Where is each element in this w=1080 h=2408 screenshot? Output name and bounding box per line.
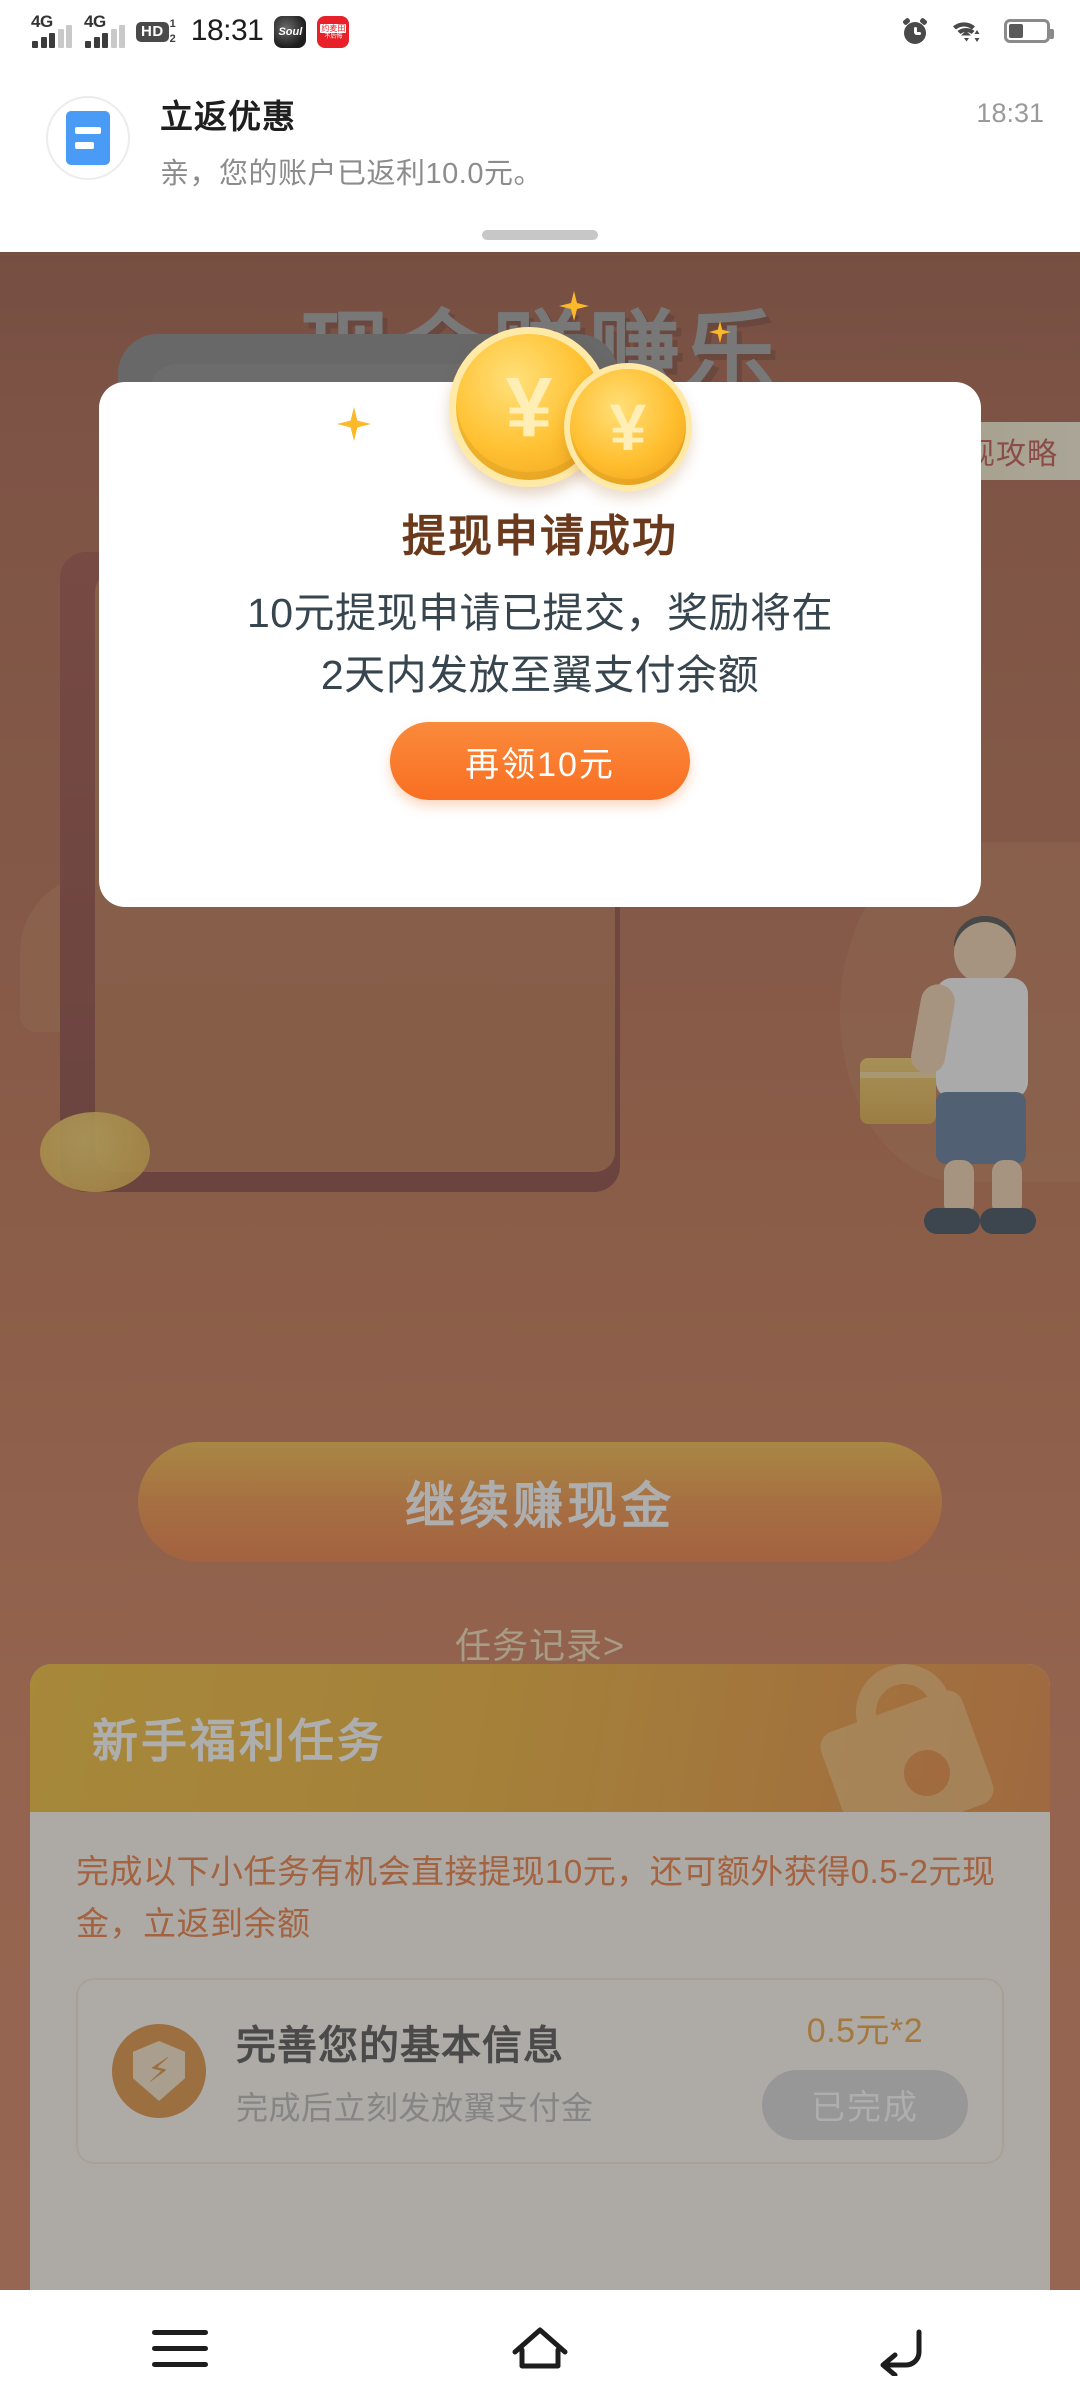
sim-indicator-bottom: 2	[169, 33, 176, 45]
dialog-message-line1: 10元提现申请已提交，奖励将在	[246, 590, 834, 636]
volte-hd-icon: HD 1 2	[136, 16, 176, 48]
menu-icon	[152, 2330, 208, 2368]
wifi-icon	[950, 18, 982, 44]
status-bar: 4G 4G HD 1 2 18:31 Soul 约麦田 不后悔	[0, 0, 1080, 62]
notification-body: 亲，您的账户已返利10.0元。	[160, 158, 543, 190]
sim-indicator: 1 2	[170, 19, 176, 45]
status-bar-right	[902, 17, 1054, 44]
withdraw-success-dialog: ¥ ¥ 提现申请成功 10元提现申请已提交，奖励将在 2天内发放至翼支付余额 再…	[99, 291, 981, 907]
network-type-label-sim1: 4G	[31, 12, 53, 31]
network-type-label-sim2: 4G	[84, 12, 106, 31]
alarm-clock-icon	[902, 17, 928, 44]
red-app-icon-line1: 约麦田	[320, 23, 347, 33]
nav-back-button[interactable]	[840, 2314, 960, 2384]
notification-banner[interactable]: 立返优惠 亲，您的账户已返利10.0元。 18:31	[0, 62, 1080, 252]
coin-large-symbol: ¥	[505, 360, 553, 454]
nav-home-button[interactable]	[480, 2314, 600, 2384]
coin-small-icon: ¥	[564, 363, 692, 491]
system-navigation-bar	[0, 2290, 1080, 2408]
dialog-message: 10元提现申请已提交，奖励将在 2天内发放至翼支付余额	[157, 582, 923, 706]
claim-again-button[interactable]: 再领10元	[390, 722, 690, 800]
message-avatar-icon	[66, 111, 110, 165]
dialog-message-line2: 2天内发放至翼支付余额	[320, 652, 760, 698]
sim-indicator-top: 1	[169, 18, 176, 30]
nav-recents-button[interactable]	[120, 2314, 240, 2384]
coins-illustration-icon: ¥ ¥	[337, 291, 749, 497]
signal-icon-sim1: 4G	[30, 12, 72, 48]
campaign-page: 现金赚赚乐 提现攻略 继续赚现金 任务记录> 新手福利任务 完成以下小任务有机会…	[0, 252, 1080, 2408]
soul-app-icon: Soul	[274, 16, 307, 48]
soul-app-icon-label: Soul	[278, 26, 303, 38]
battery-icon	[1004, 19, 1054, 43]
notification-avatar	[46, 96, 130, 180]
status-bar-left: 4G 4G HD 1 2 18:31 Soul 约麦田 不后悔	[30, 12, 350, 48]
status-bar-clock: 18:31	[190, 14, 264, 47]
volte-hd-label: HD	[136, 22, 169, 42]
back-icon	[880, 2329, 922, 2376]
red-app-icon-line2: 不后悔	[324, 33, 343, 40]
signal-icon-sim2: 4G	[83, 12, 125, 48]
notification-drag-handle[interactable]	[482, 230, 598, 240]
red-app-icon: 约麦田 不后悔	[317, 16, 350, 48]
home-icon	[512, 2327, 568, 2369]
notification-time: 18:31	[976, 98, 1044, 128]
dialog-title: 提现申请成功	[402, 512, 678, 561]
coin-small-symbol: ¥	[609, 390, 647, 464]
notification-text: 立返优惠 亲，您的账户已返利10.0元。	[160, 90, 976, 192]
notification-title: 立返优惠	[160, 98, 296, 135]
sparkle-icon-1	[337, 407, 371, 441]
